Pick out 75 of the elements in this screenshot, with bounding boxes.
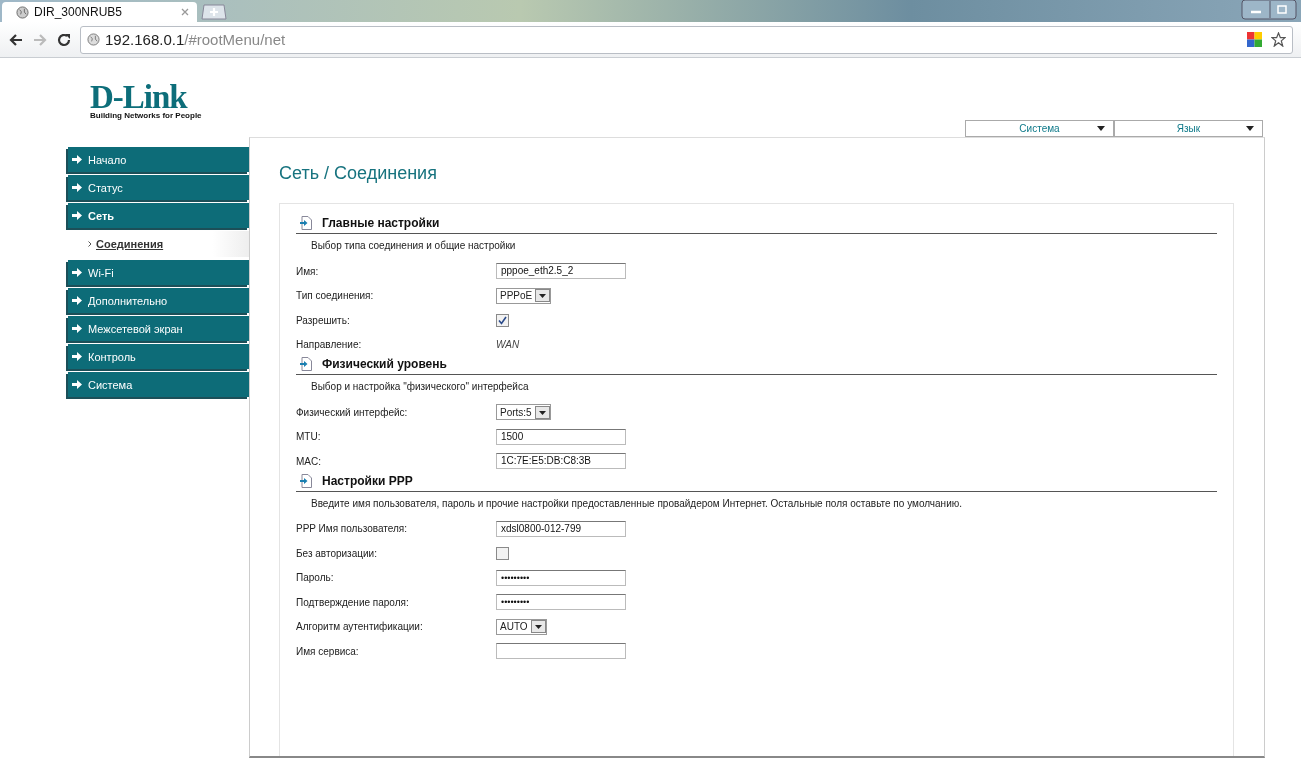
sidebar-item[interactable]: Система [68, 372, 249, 397]
field-label: PPP Имя пользователя: [296, 523, 408, 535]
menu-dropdown[interactable]: Система [965, 120, 1114, 137]
field-label: Имя сервиса: [296, 645, 360, 657]
tab-title: DIR_300NRUB5 [34, 5, 124, 19]
back-icon[interactable] [8, 31, 24, 48]
arrow-icon [72, 380, 82, 389]
globe-icon [16, 5, 29, 19]
close-icon[interactable] [181, 8, 189, 16]
sidebar-item[interactable]: Wi-Fi [68, 260, 249, 285]
document-arrow-icon [300, 357, 312, 371]
field-label: MTU: [296, 431, 322, 443]
input-field[interactable]: ••••••••• [496, 569, 626, 586]
caret-icon [530, 620, 546, 634]
sidebar-item[interactable]: Сеть [68, 203, 249, 228]
select-dropdown[interactable]: Ports:5 [496, 404, 551, 421]
field-label: MAC: [296, 455, 322, 467]
browser-tab[interactable]: DIR_300NRUB5 [2, 2, 197, 22]
logo-wordmark: D-Link [90, 83, 188, 111]
sidebar-item[interactable]: Контроль [68, 344, 249, 369]
field-label: Имя: [296, 265, 320, 277]
section-description: Выбор типа соединения и общие настройки [310, 239, 517, 253]
field-label: Физический интерфейс: [296, 406, 409, 418]
sidebar-item[interactable]: Начало [68, 147, 249, 172]
menu-dropdown[interactable]: Язык [1114, 120, 1263, 137]
arrow-icon [72, 324, 82, 333]
arrow-icon [72, 183, 82, 192]
field-label: Тип соединения: [296, 290, 375, 302]
select-dropdown[interactable]: AUTO [496, 618, 547, 635]
caret-icon [534, 405, 550, 419]
document-arrow-icon [300, 473, 312, 488]
extension-icon[interactable] [1247, 32, 1262, 47]
field-label: Направление: [296, 339, 363, 351]
field-label: Подтверждение пароля: [296, 596, 410, 608]
field-label: Пароль: [296, 572, 335, 584]
caret-icon [535, 289, 551, 303]
arrow-icon [72, 211, 82, 220]
arrow-icon [72, 296, 82, 305]
section-title: Настройки PPP [322, 473, 413, 488]
select-dropdown[interactable]: PPPoE [496, 287, 552, 304]
url-text: 192.168.0.1/#rootMenu/net [105, 31, 286, 48]
chevron-icon [88, 241, 92, 247]
input-field[interactable]: xdsl0800-012-799 [496, 520, 626, 537]
field-value: WAN [496, 339, 520, 351]
field-label: Алгоритм аутентификации: [296, 621, 424, 633]
field-label: Без авторизации: [296, 547, 378, 559]
input-field[interactable]: ••••••••• [496, 594, 626, 611]
field-label: Разрешить: [296, 314, 351, 326]
reload-icon[interactable] [56, 31, 72, 48]
document-arrow-icon [300, 216, 312, 230]
checkbox[interactable] [496, 546, 509, 560]
arrow-icon [72, 155, 82, 164]
new-tab-icon[interactable] [201, 4, 227, 20]
logo-tagline: Building Networks for People [90, 111, 202, 120]
section-title: Главные настройки [322, 216, 440, 230]
caret-icon [1097, 126, 1105, 131]
arrow-icon [72, 352, 82, 361]
section-description: Выбор и настройка "физического" интерфейса [310, 380, 530, 394]
page-title: Сеть / Соединения [279, 163, 438, 184]
input-field[interactable]: 1500 [496, 428, 626, 445]
section-description: Введите имя пользователя, пароль и прочие настройки предоставленные провайдером Интернет. Остальные поля оставьте по умолчанию. [310, 496, 963, 511]
arrow-icon [72, 268, 82, 277]
input-field[interactable]: pppoe_eth2.5_2 [496, 263, 626, 280]
section-title: Физический уровень [322, 357, 447, 371]
sidebar-item[interactable]: Межсетевой экран [68, 316, 249, 341]
star-icon[interactable] [1271, 32, 1286, 47]
globe-icon [87, 33, 100, 46]
caret-icon [1246, 126, 1254, 131]
input-field[interactable]: 1C:7E:E5:DB:C8:3B [496, 453, 626, 470]
address-bar[interactable]: 192.168.0.1/#rootMenu/net [80, 25, 1293, 54]
sidebar-item[interactable]: Статус [68, 175, 249, 200]
window-controls-icon[interactable] [1241, 0, 1297, 20]
input-field[interactable] [496, 643, 626, 660]
sidebar-item[interactable]: Дополнительно [68, 288, 249, 313]
checkbox[interactable] [496, 313, 509, 327]
